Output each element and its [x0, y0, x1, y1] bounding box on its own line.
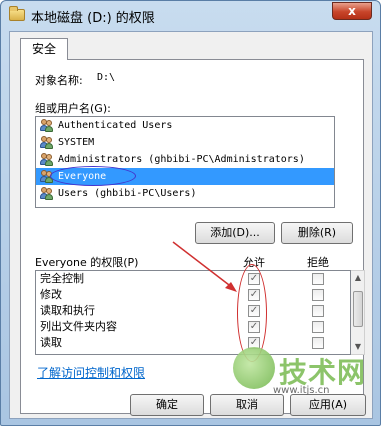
deny-checkbox[interactable]	[312, 273, 324, 285]
remove-button[interactable]: 删除(R)	[281, 222, 353, 244]
ok-button[interactable]: 确定	[130, 394, 204, 416]
list-item[interactable]: Users (ghbibi-PC\Users)	[36, 185, 334, 202]
allow-checkbox[interactable]: ✓	[248, 321, 260, 333]
allow-checkbox[interactable]: ✓	[248, 289, 260, 301]
permissions-scrollbar[interactable]: ▲ ▼	[351, 270, 365, 355]
folder-icon	[9, 6, 25, 21]
add-button[interactable]: 添加(D)...	[195, 222, 275, 244]
permissions-table: 完全控制 ✓ 修改 ✓ 读取和执行 ✓ 列出文件夹内容 ✓ 读取 ✓	[35, 270, 351, 355]
window-title: 本地磁盘 (D:) 的权限	[31, 11, 155, 26]
users-icon	[40, 170, 54, 183]
list-item-label: Administrators (ghbibi-PC\Administrators…	[58, 154, 305, 165]
users-icon	[40, 136, 54, 149]
list-item[interactable]: Authenticated Users	[36, 117, 334, 134]
scroll-up-icon[interactable]: ▲	[353, 273, 363, 283]
allow-checkbox[interactable]: ✓	[248, 337, 260, 349]
users-icon	[40, 153, 54, 166]
cancel-button[interactable]: 取消	[210, 394, 284, 416]
list-item-label: Users (ghbibi-PC\Users)	[58, 188, 197, 199]
deny-checkbox[interactable]	[312, 321, 324, 333]
tab-security[interactable]: 安全	[20, 38, 68, 60]
list-item-label: SYSTEM	[58, 137, 95, 148]
permission-row: 修改 ✓	[36, 287, 350, 303]
allow-header: 允许	[243, 256, 265, 269]
permissions-label: Everyone 的权限(P)	[35, 256, 139, 269]
list-item[interactable]: SYSTEM	[36, 134, 334, 151]
scroll-down-icon[interactable]: ▼	[353, 342, 363, 352]
users-icon	[40, 187, 54, 200]
list-item-label: Authenticated Users	[58, 120, 173, 131]
title-bar[interactable]: 本地磁盘 (D:) 的权限 x	[1, 1, 380, 29]
permission-name: 修改	[40, 288, 62, 301]
object-name-value: D:\	[97, 72, 116, 83]
close-button[interactable]: x	[332, 2, 372, 20]
list-item[interactable]: Administrators (ghbibi-PC\Administrators…	[36, 151, 334, 168]
permission-row: 读取 ✓	[36, 335, 350, 351]
list-item-label: Everyone	[58, 171, 107, 182]
deny-header: 拒绝	[307, 256, 329, 269]
deny-checkbox[interactable]	[312, 289, 324, 301]
permission-name: 完全控制	[40, 272, 84, 285]
permission-row: 完全控制 ✓	[36, 271, 350, 287]
users-icon	[40, 119, 54, 132]
deny-checkbox[interactable]	[312, 337, 324, 349]
allow-checkbox[interactable]: ✓	[248, 305, 260, 317]
permission-name: 读取	[40, 336, 62, 349]
scroll-thumb[interactable]	[353, 291, 363, 327]
object-name-label: 对象名称:	[35, 74, 83, 87]
permission-name: 列出文件夹内容	[40, 320, 117, 333]
deny-checkbox[interactable]	[312, 305, 324, 317]
dialog-content: 安全 对象名称: D:\ 组或用户名(G): Authenticated Use…	[9, 31, 373, 419]
apply-button[interactable]: 应用(A)	[290, 394, 366, 416]
permission-row: 列出文件夹内容 ✓	[36, 319, 350, 335]
learn-permissions-link[interactable]: 了解访问控制和权限	[37, 364, 145, 381]
groups-label: 组或用户名(G):	[35, 102, 111, 115]
permission-row: 读取和执行 ✓	[36, 303, 350, 319]
permissions-dialog: 本地磁盘 (D:) 的权限 x 安全 对象名称: D:\ 组或用户名(G): A…	[0, 0, 381, 426]
permission-name: 读取和执行	[40, 304, 95, 317]
security-panel: 对象名称: D:\ 组或用户名(G): Authenticated Users …	[20, 59, 365, 414]
list-item-selected[interactable]: Everyone	[36, 168, 334, 185]
allow-checkbox[interactable]: ✓	[248, 273, 260, 285]
groups-listbox[interactable]: Authenticated Users SYSTEM Administrator…	[35, 116, 335, 208]
